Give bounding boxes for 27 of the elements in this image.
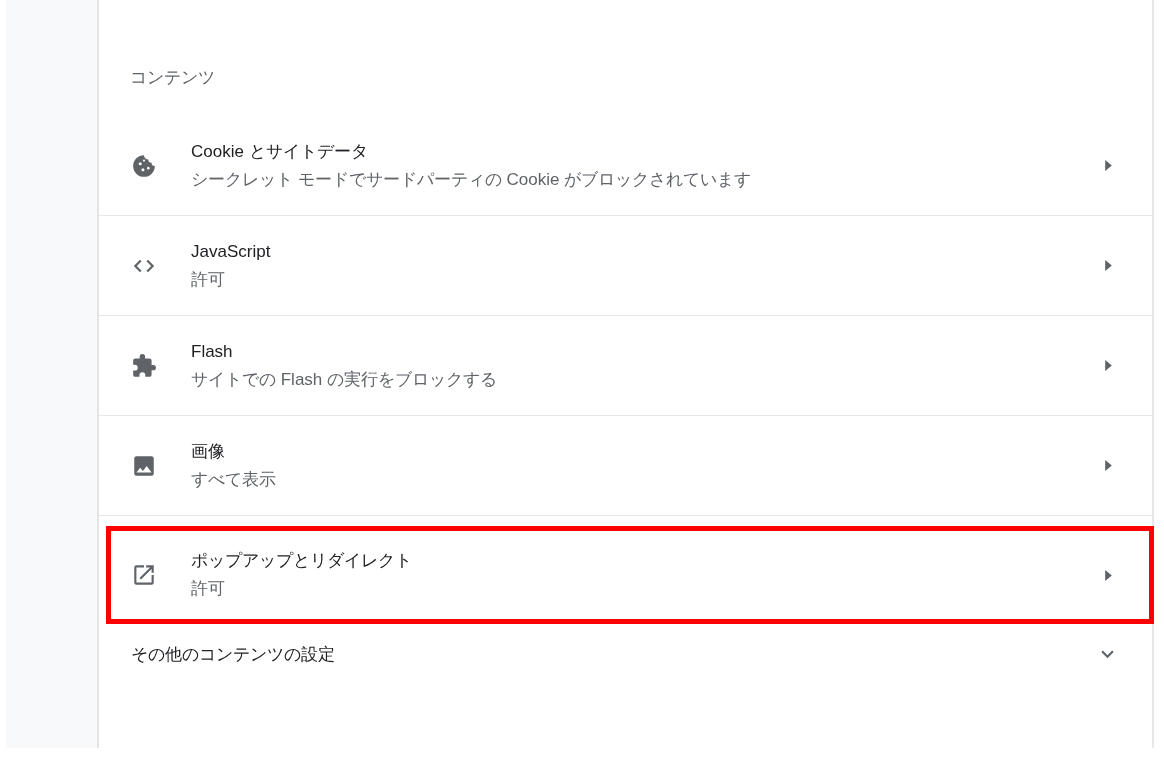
settings-row[interactable]: JavaScript 許可 bbox=[99, 216, 1152, 316]
section-title: コンテンツ bbox=[129, 67, 216, 89]
external-link-icon bbox=[131, 562, 157, 588]
cookie-icon bbox=[131, 152, 157, 179]
puzzle-icon bbox=[131, 352, 157, 379]
item-title: Cookie とサイトデータ bbox=[191, 140, 369, 163]
item-subtitle: 許可 bbox=[191, 578, 226, 600]
item-subtitle: すべて表示 bbox=[191, 468, 277, 491]
item-title: 画像 bbox=[191, 440, 226, 463]
settings-row[interactable]: Flash サイトでの Flash の実行をブロックする bbox=[99, 316, 1152, 416]
arrow-right-icon bbox=[1105, 260, 1112, 271]
settings-row[interactable]: Cookie とサイトデータ シークレット モードでサードパーティの Cookie がブロックされています bbox=[99, 116, 1152, 216]
arrow-right-icon bbox=[1105, 569, 1112, 581]
arrow-right-icon bbox=[1105, 460, 1112, 471]
settings-row[interactable]: ポップアップとリダイレクト 許可 bbox=[108, 528, 1152, 622]
arrow-right-icon bbox=[1105, 160, 1112, 171]
more-settings-label: その他のコンテンツの設定 bbox=[131, 643, 336, 666]
chevron-icon bbox=[1101, 649, 1114, 659]
item-subtitle: サイトでの Flash の実行をブロックする bbox=[191, 368, 499, 391]
item-title: Flash bbox=[191, 340, 234, 363]
item-subtitle: シークレット モードでサードパーティの Cookie がブロックされています bbox=[191, 168, 753, 191]
settings-row[interactable]: 画像 すべて表示 bbox=[99, 416, 1152, 516]
item-subtitle: 許可 bbox=[191, 268, 226, 291]
item-title: ポップアップとリダイレクト bbox=[191, 550, 413, 572]
item-title: JavaScript bbox=[191, 240, 272, 263]
arrow-right-icon bbox=[1105, 360, 1112, 371]
more-settings-row[interactable]: その他のコンテンツの設定 bbox=[99, 622, 1152, 686]
